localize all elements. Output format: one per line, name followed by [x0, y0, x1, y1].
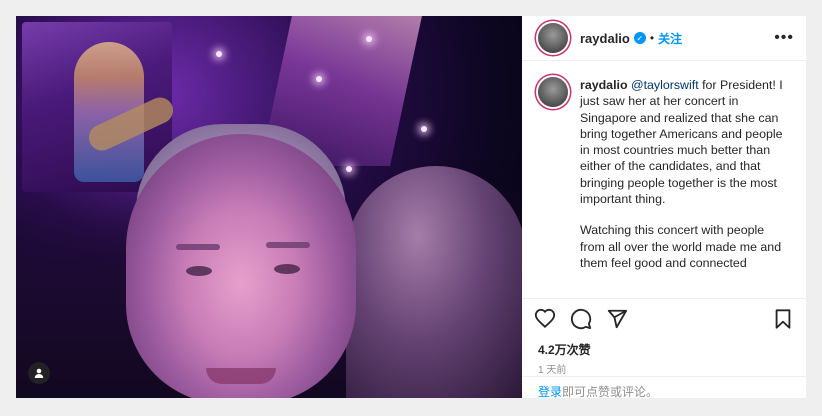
- share-icon[interactable]: [606, 308, 628, 330]
- heart-icon[interactable]: [534, 308, 556, 330]
- likes-count[interactable]: 4.2万次赞: [538, 341, 591, 358]
- background-person: [346, 166, 522, 398]
- username-link[interactable]: raydalio: [580, 31, 630, 46]
- caption-paragraph-2: Watching this concert with people from a…: [580, 223, 782, 270]
- stage-light: [346, 166, 352, 172]
- mention-link[interactable]: @taylorswift: [631, 78, 699, 92]
- post-photo[interactable]: [16, 16, 522, 398]
- stage-light: [366, 36, 372, 42]
- verified-badge-icon: ✓: [633, 32, 646, 44]
- caption-paragraph-1: for President! I just saw her at her con…: [580, 78, 783, 207]
- post-timestamp[interactable]: 1 天前: [538, 361, 566, 376]
- eyebrow: [266, 242, 310, 248]
- stage-light: [316, 76, 322, 82]
- tagged-users-icon[interactable]: [28, 362, 50, 384]
- caption-text: raydalio @taylorswift for President! I j…: [580, 77, 792, 286]
- instagram-post-card: raydalio ✓ • 关注 ••• raydalio @taylorswif…: [16, 16, 806, 399]
- eye: [274, 264, 300, 274]
- mouth: [206, 368, 276, 384]
- eye: [186, 266, 212, 276]
- caption-area[interactable]: raydalio @taylorswift for President! I j…: [522, 61, 806, 298]
- caption-row: raydalio @taylorswift for President! I j…: [538, 77, 792, 286]
- action-bar: [522, 298, 806, 339]
- post-header: raydalio ✓ • 关注 •••: [522, 16, 806, 61]
- comment-icon[interactable]: [570, 308, 592, 330]
- bookmark-icon[interactable]: [772, 308, 794, 330]
- stage-light: [421, 126, 427, 132]
- login-link[interactable]: 登录: [538, 385, 562, 399]
- caption-username[interactable]: raydalio: [580, 78, 628, 92]
- stage-light: [216, 51, 222, 57]
- separator-dot: •: [649, 31, 655, 45]
- login-prompt-text: 即可点赞或评论。: [562, 385, 659, 399]
- login-prompt: 登录即可点赞或评论。: [522, 376, 806, 399]
- avatar[interactable]: [538, 23, 568, 53]
- follow-button[interactable]: 关注: [658, 30, 682, 47]
- eyebrow: [176, 244, 220, 250]
- post-sidebar: raydalio ✓ • 关注 ••• raydalio @taylorswif…: [522, 16, 806, 399]
- more-horizontal-icon[interactable]: •••: [774, 29, 794, 47]
- caption-avatar[interactable]: [538, 77, 568, 107]
- selfie-face: [126, 134, 356, 398]
